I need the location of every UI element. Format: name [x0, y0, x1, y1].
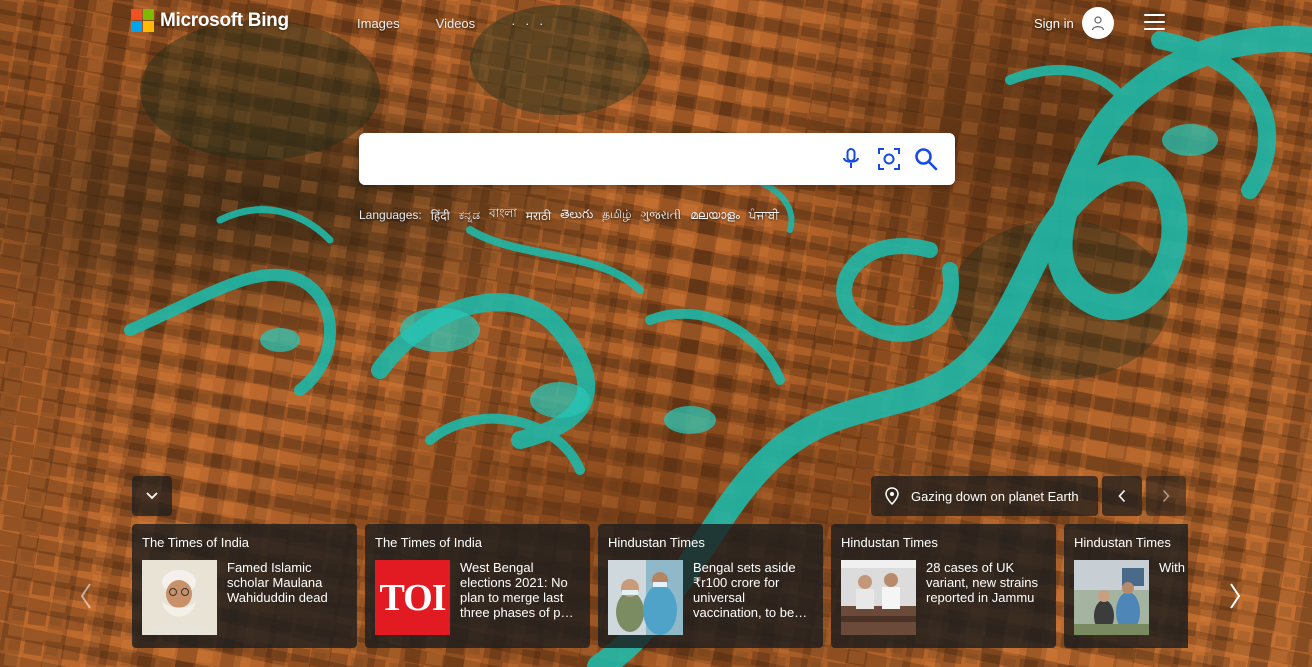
next-image-button[interactable]	[1146, 476, 1186, 516]
news-source: Hindustan Times	[608, 535, 705, 550]
news-card[interactable]: Hindustan Times 28 cases of UK variant, …	[831, 524, 1056, 648]
search-box	[359, 133, 955, 185]
news-card[interactable]: The Times of India Famed Islamic scholar…	[132, 524, 357, 648]
carousel-next-button[interactable]	[1223, 578, 1247, 614]
news-card[interactable]: The Times of India TOI West Bengal elect…	[365, 524, 590, 648]
carousel-prev-button[interactable]	[74, 578, 98, 614]
chevron-left-icon	[1118, 489, 1126, 503]
news-headline: With J&K ever again	[1159, 560, 1188, 575]
toi-logo-thumbnail: TOI	[375, 560, 450, 635]
language-links: Languages: हिंदी ಕನ್ನಡ বাংলা मराठी తెలుగ…	[359, 205, 779, 225]
language-link[interactable]: తెలుగు	[560, 207, 593, 224]
language-link[interactable]: ਪੰਜਾਬੀ	[749, 208, 779, 223]
search-icon[interactable]	[913, 146, 939, 172]
language-link[interactable]: ಕನ್ನಡ	[459, 208, 480, 223]
news-source: Hindustan Times	[841, 535, 938, 550]
bing-logo[interactable]: Microsoft Bing	[131, 9, 289, 32]
languages-label: Languages:	[359, 208, 422, 222]
toi-logo-text: TOI	[379, 576, 446, 619]
visual-search-icon[interactable]	[876, 146, 902, 172]
language-link[interactable]: தமிழ்	[602, 207, 631, 223]
microsoft-logo-icon	[131, 9, 154, 32]
news-thumbnail	[1074, 560, 1149, 635]
language-link[interactable]: বাংলা	[489, 205, 517, 225]
header-bar: Microsoft Bing Images Videos · · · Sign …	[0, 0, 1312, 44]
sign-in-button[interactable]: Sign in	[1034, 7, 1114, 39]
news-source: Hindustan Times	[1074, 535, 1171, 550]
language-link[interactable]: मराठी	[526, 207, 551, 224]
language-link[interactable]: മലയാളം	[690, 208, 740, 223]
nav-more-link[interactable]: · · ·	[511, 16, 546, 31]
collapse-feed-button[interactable]	[132, 476, 172, 516]
news-thumbnail	[608, 560, 683, 635]
image-info-button[interactable]: Gazing down on planet Earth	[871, 476, 1098, 516]
chevron-down-icon	[146, 492, 158, 500]
chevron-left-icon	[80, 583, 91, 609]
chevron-right-icon	[1230, 583, 1241, 609]
top-nav: Images Videos · · ·	[357, 16, 546, 31]
news-carousel: The Times of India Famed Islamic scholar…	[132, 524, 1188, 648]
news-card[interactable]: Hindustan Times With J&K ever again	[1064, 524, 1188, 648]
hamburger-menu-icon[interactable]	[1144, 14, 1165, 30]
news-headline: Bengal sets aside ₹r100 crore for univer…	[693, 560, 808, 620]
language-link[interactable]: हिंदी	[431, 207, 450, 224]
nav-videos-link[interactable]: Videos	[436, 16, 476, 31]
logo-text: Microsoft Bing	[160, 9, 289, 31]
news-thumbnail	[142, 560, 217, 635]
user-icon	[1081, 7, 1114, 39]
news-source: The Times of India	[142, 535, 249, 550]
news-source: The Times of India	[375, 535, 482, 550]
language-link[interactable]: ગુજરાતી	[641, 208, 682, 223]
search-input[interactable]	[375, 133, 835, 185]
microphone-icon[interactable]	[838, 146, 864, 172]
news-thumbnail	[841, 560, 916, 635]
chevron-right-icon	[1162, 489, 1170, 503]
news-headline: Famed Islamic scholar Maulana Wahiduddin…	[227, 560, 328, 605]
sign-in-label: Sign in	[1034, 15, 1074, 31]
news-headline: 28 cases of UK variant, new strains repo…	[926, 560, 1038, 605]
location-pin-icon	[885, 487, 899, 505]
image-caption-text: Gazing down on planet Earth	[911, 488, 1079, 504]
news-headline: West Bengal elections 2021: No plan to m…	[460, 560, 574, 620]
previous-image-button[interactable]	[1102, 476, 1142, 516]
nav-images-link[interactable]: Images	[357, 16, 400, 31]
news-card[interactable]: Hindustan Times Bengal sets aside ₹r100 …	[598, 524, 823, 648]
